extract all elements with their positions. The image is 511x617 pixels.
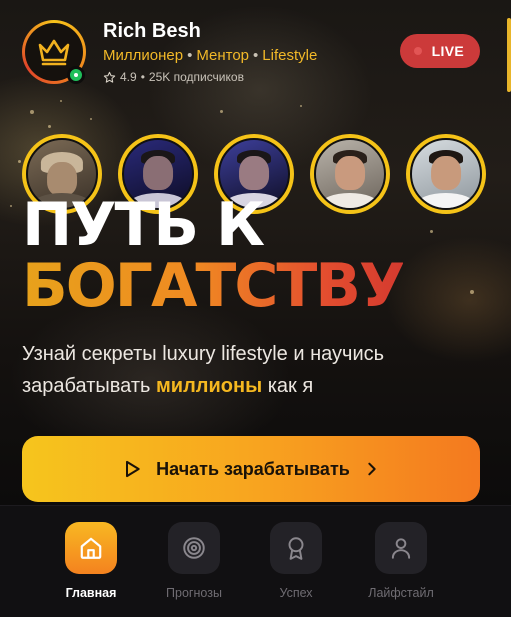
- user-icon: [391, 538, 411, 559]
- target-icon: [183, 537, 205, 559]
- headline-line-1: ПУТЬ К: [22, 190, 265, 260]
- profile-name: Rich Besh: [103, 20, 201, 42]
- profile-tags: Миллионер • Ментор • Lifestyle: [103, 47, 318, 64]
- tag-mentor: Ментор: [196, 47, 250, 64]
- live-dot-icon: [414, 47, 422, 55]
- live-label: LIVE: [431, 43, 464, 59]
- cta-label: Начать зарабатывать: [156, 458, 350, 479]
- tag-lifestyle: Lifestyle: [262, 47, 318, 64]
- subtitle-end: как я: [262, 375, 314, 397]
- profile-meta: 4.9 • 25K подписчиков: [103, 70, 244, 84]
- tag-millionaire: Миллионер: [103, 47, 184, 64]
- story-avatar-5[interactable]: [406, 134, 486, 214]
- award-icon: [288, 537, 304, 560]
- hero-subtitle: Узнай секреты luxury lifestyle и научись…: [22, 338, 482, 402]
- nav-item-success[interactable]: Успех: [248, 522, 344, 606]
- nav-label-lifestyle: Лайфстайл: [368, 586, 434, 600]
- headline-line-2: БОГАТСТВУ: [22, 251, 405, 321]
- crown-icon: [38, 39, 70, 66]
- star-icon: [103, 71, 116, 83]
- online-status-indicator: [67, 66, 85, 84]
- nav-label-predictions: Прогнозы: [166, 586, 222, 600]
- nav-item-lifestyle[interactable]: Лайфстайл: [353, 522, 449, 606]
- scroll-indicator[interactable]: [507, 18, 511, 92]
- rating-value: 4.9: [120, 70, 137, 84]
- nav-label-success: Успех: [279, 586, 313, 600]
- nav-label-home: Главная: [65, 586, 117, 600]
- chevron-right-icon: [368, 462, 376, 476]
- subscriber-count: 25K подписчиков: [148, 70, 244, 84]
- subtitle-highlight: миллионы: [155, 375, 263, 397]
- meta-separator: •: [140, 70, 145, 84]
- story-avatar-4[interactable]: [310, 134, 390, 214]
- bottom-navigation: Главная Прогнозы Успех Лайфстайл: [0, 505, 511, 617]
- nav-item-predictions[interactable]: Прогнозы: [146, 522, 242, 606]
- live-badge[interactable]: LIVE: [400, 34, 480, 68]
- nav-item-home[interactable]: Главная: [43, 522, 139, 606]
- start-earning-button[interactable]: Начать зарабатывать: [22, 436, 480, 502]
- play-icon: [126, 460, 140, 478]
- home-icon: [80, 537, 102, 559]
